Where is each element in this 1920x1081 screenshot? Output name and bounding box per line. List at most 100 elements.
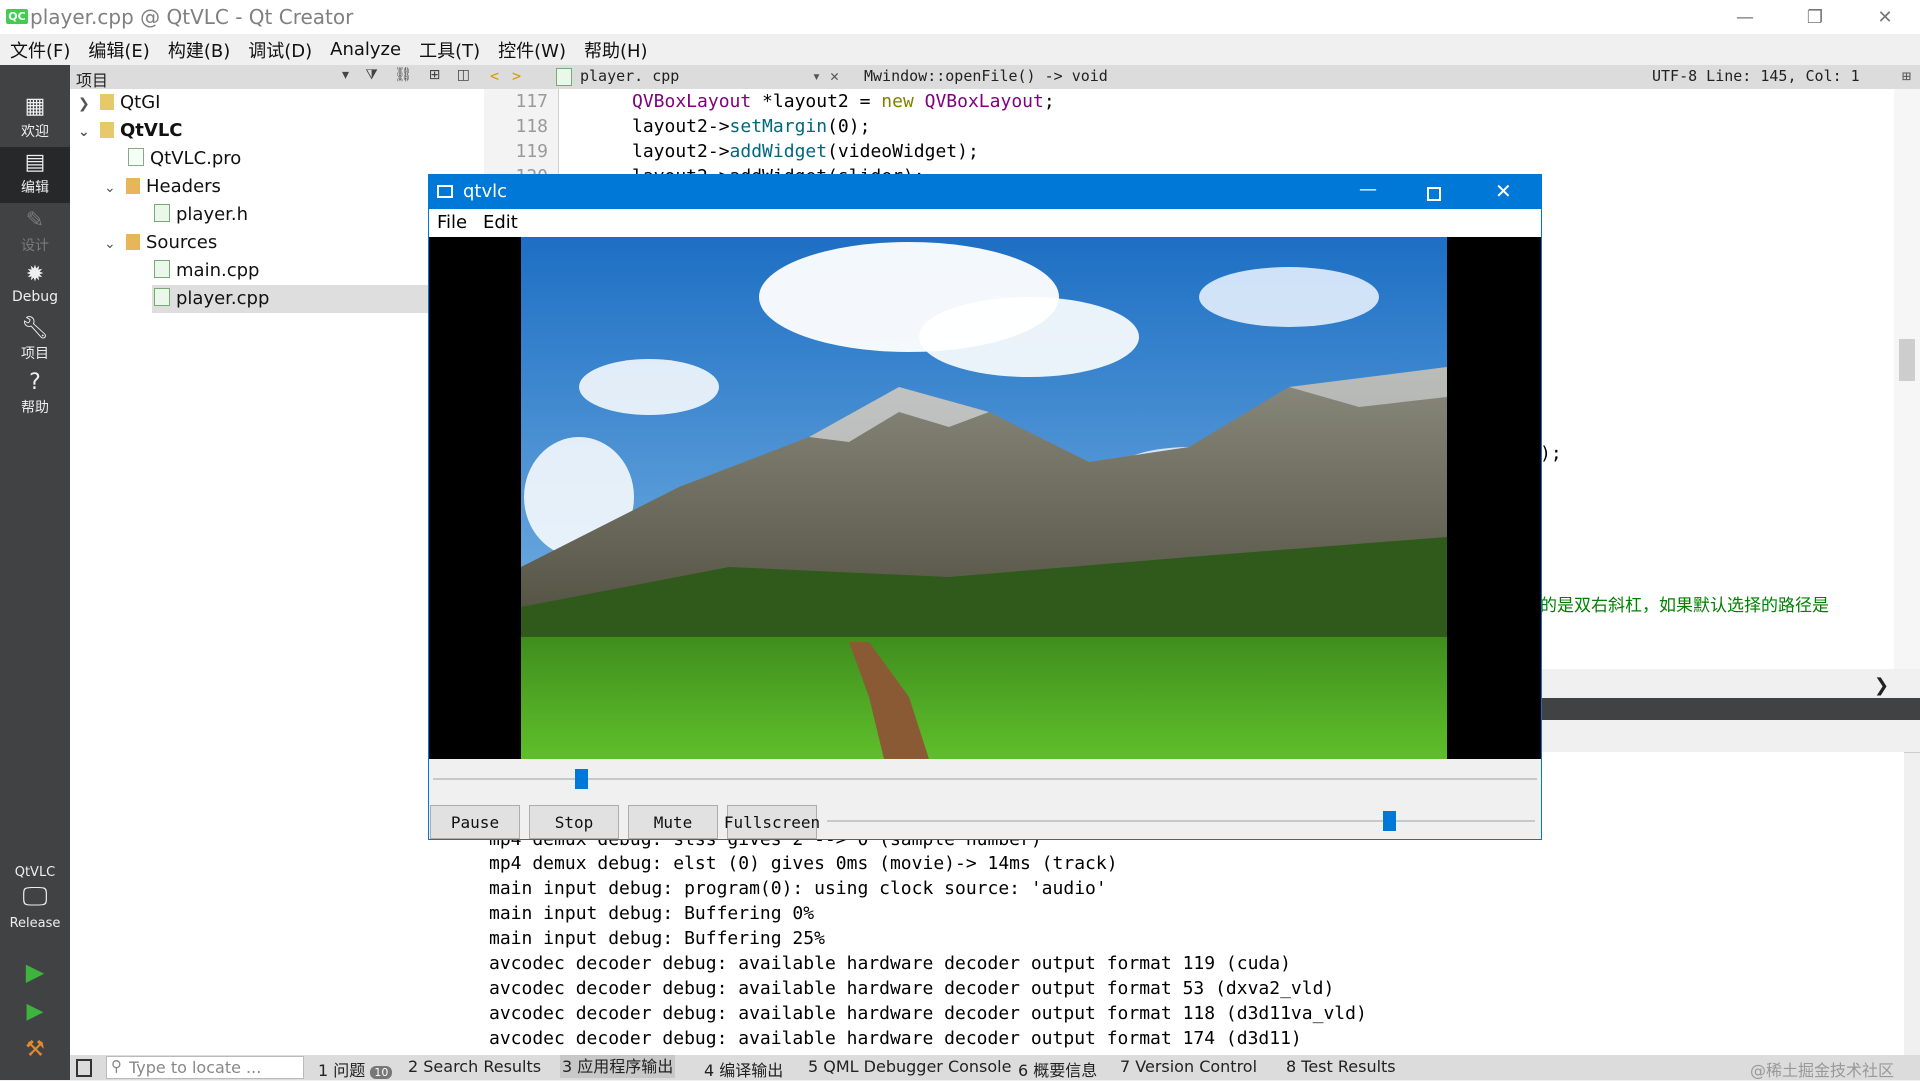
code-line: layout2->setMargin(0); <box>632 116 871 137</box>
mode-debug[interactable]: ✹ Debug <box>0 263 70 313</box>
qtvlc-menu-file[interactable]: File <box>437 212 467 233</box>
volume-slider-handle[interactable] <box>1383 811 1396 831</box>
project-panel-header: 项目 ▾ ⧩ ⛓ ⊞ ◫ <box>70 65 484 90</box>
scroll-right-icon[interactable]: ❯ <box>1874 675 1889 696</box>
nav-forward-icon[interactable]: > <box>512 67 521 85</box>
menu-bar: 文件(F) 编辑(E) 构建(B) 调试(D) Analyze 工具(T) 控件… <box>0 34 1920 65</box>
menu-edit[interactable]: 编辑(E) <box>78 37 157 63</box>
output-line: avcodec decoder debug: available hardwar… <box>489 953 1291 974</box>
nav-back-icon[interactable]: < <box>490 67 499 85</box>
chevron-down-icon: ⌄ <box>104 236 116 252</box>
project-tree: ❯ QtGI ⌄ QtVLC QtVLC.pro ⌄ Headers player.h… <box>70 89 484 1055</box>
mode-edit[interactable]: ▤ 编辑 <box>0 147 70 203</box>
qtvlc-titlebar: qtvlc — ✕ <box>429 175 1541 209</box>
kit-config-label: Release <box>9 916 61 931</box>
qtvlc-maximize-button[interactable] <box>1427 187 1441 201</box>
menu-analyze[interactable]: Analyze <box>320 39 409 60</box>
run-button[interactable]: ▶ <box>0 958 70 990</box>
editor-vertical-scrollbar[interactable] <box>1894 89 1920 669</box>
menu-file[interactable]: 文件(F) <box>0 37 78 63</box>
qtvlc-minimize-button[interactable]: — <box>1359 179 1377 200</box>
menu-build[interactable]: 构建(B) <box>158 37 238 63</box>
file-dropdown-icon[interactable]: ▾ <box>812 67 821 85</box>
maximize-button[interactable]: ❐ <box>1780 0 1850 34</box>
debug-run-button[interactable]: ▶ <box>0 999 70 1031</box>
qt-creator-app-icon: QC <box>6 9 28 24</box>
project-folder-icon <box>100 94 114 110</box>
tree-item-headers[interactable]: ⌄ Headers <box>104 173 476 201</box>
wrench-icon: 🔧︎ <box>21 316 49 341</box>
tree-item-pro-file[interactable]: QtVLC.pro <box>126 145 476 173</box>
volume-slider-track[interactable] <box>827 820 1535 822</box>
scroll-thumb[interactable] <box>1899 339 1915 381</box>
tree-item-qtvlc[interactable]: ⌄ QtVLC <box>78 117 478 145</box>
menu-debug[interactable]: 调试(D) <box>238 37 320 63</box>
pencil-icon: ✎ <box>25 208 45 233</box>
locate-placeholder: Type to locate ... <box>129 1058 262 1077</box>
output-line: avcodec decoder debug: available hardwar… <box>489 1003 1367 1024</box>
locate-input[interactable]: ⚲ Type to locate ... <box>106 1056 304 1079</box>
mode-welcome[interactable]: ▦ 欢迎 <box>0 95 70 145</box>
qtvlc-menu-edit[interactable]: Edit <box>483 212 518 233</box>
tree-item-qtgi[interactable]: ❯ QtGI <box>78 89 478 117</box>
kit-selector[interactable]: QtVLC 🖵︎ Release <box>0 865 70 947</box>
mute-button[interactable]: Mute <box>628 805 718 839</box>
pro-file-icon <box>128 148 144 166</box>
qtvlc-menu-bar: File Edit <box>429 209 1541 237</box>
window-icon <box>437 185 453 198</box>
menu-controls[interactable]: 控件(W) <box>488 37 574 63</box>
tab-application-output[interactable]: 3 应用程序输出 <box>560 1055 676 1078</box>
stop-button[interactable]: Stop <box>529 805 619 839</box>
tab-test-results[interactable]: 8 Test Results <box>1286 1057 1396 1076</box>
qtvlc-window: qtvlc — ✕ File Edit Pause Stop Mute Full… <box>428 174 1542 840</box>
chevron-down-icon: ⌄ <box>78 124 90 140</box>
folder-icon <box>126 234 140 250</box>
play-icon: ▶ <box>25 958 45 986</box>
monitor-icon: 🖵︎ <box>22 882 48 912</box>
tree-item-sources[interactable]: ⌄ Sources <box>104 229 476 257</box>
tab-qml-console[interactable]: 5 QML Debugger Console <box>808 1057 1011 1076</box>
seek-slider-handle[interactable] <box>574 769 588 789</box>
chevron-right-icon: ❯ <box>78 96 90 112</box>
chevron-down-icon: ⌄ <box>104 180 116 196</box>
output-line: avcodec decoder debug: available hardwar… <box>489 978 1335 999</box>
tab-version-control[interactable]: 7 Version Control <box>1120 1057 1257 1076</box>
panel-tools[interactable]: ▾ ⧩ ⛓ ⊞ ◫ <box>342 67 476 83</box>
sidebar-toggle-icon[interactable] <box>76 1059 92 1077</box>
pause-button[interactable]: Pause <box>430 805 520 839</box>
close-file-icon[interactable]: ✕ <box>830 67 839 85</box>
split-icon[interactable]: ⊞ <box>1902 67 1911 85</box>
tab-issues[interactable]: 1 问题 10 <box>318 1057 393 1081</box>
grid-icon: ▦ <box>24 94 46 119</box>
line-number: 118 <box>515 116 548 137</box>
tab-general-messages[interactable]: 6 概要信息 <box>1018 1057 1097 1081</box>
mode-help[interactable]: ? 帮助 <box>0 371 70 421</box>
code-comment-fragment: 的是双右斜杠，如果默认选择的路径是 <box>1540 596 1829 616</box>
output-line: main input debug: program(0): using cloc… <box>489 878 1107 899</box>
video-frame[interactable] <box>429 237 1541 759</box>
debug-play-icon: ▶ <box>26 999 44 1024</box>
kit-project-label: QtVLC <box>14 865 56 880</box>
menu-tools[interactable]: 工具(T) <box>409 37 488 63</box>
qtvlc-close-button[interactable]: ✕ <box>1495 179 1512 203</box>
minimize-button[interactable]: — <box>1710 0 1780 34</box>
close-button[interactable]: ✕ <box>1850 0 1920 34</box>
mountain-meadow-video <box>429 237 1541 759</box>
encoding-position-status[interactable]: UTF-8 Line: 145, Col: 1 <box>1652 67 1860 85</box>
line-number: 117 <box>515 91 548 112</box>
fullscreen-button[interactable]: Fullscreen <box>724 805 820 839</box>
seek-slider-track[interactable] <box>433 778 1537 780</box>
bug-icon: ✹ <box>25 262 45 287</box>
watermark: @稀土掘金技术社区 <box>1750 1061 1895 1080</box>
search-icon: ⚲ <box>111 1057 122 1075</box>
mode-design[interactable]: ✎ 设计 <box>0 209 70 259</box>
open-file-name[interactable]: player. cpp <box>580 67 679 85</box>
function-selector[interactable]: Mwindow::openFile() -> void <box>864 67 1108 85</box>
tab-search-results[interactable]: 2 Search Results <box>408 1057 541 1076</box>
status-bar: ⚲ Type to locate ... 1 问题 10 2 Search Re… <box>70 1055 1920 1080</box>
build-button[interactable]: ⚒ <box>0 1037 70 1069</box>
mode-projects[interactable]: 🔧︎ 项目 <box>0 317 70 367</box>
tab-compile-output[interactable]: 4 编译输出 <box>704 1057 783 1081</box>
mode-sidebar: ▦ 欢迎 ▤ 编辑 ✎ 设计 ✹ Debug 🔧︎ 项目 ? 帮助 QtVLC 🖵︎ Rel… <box>0 65 70 1080</box>
menu-help[interactable]: 帮助(H) <box>574 37 656 63</box>
